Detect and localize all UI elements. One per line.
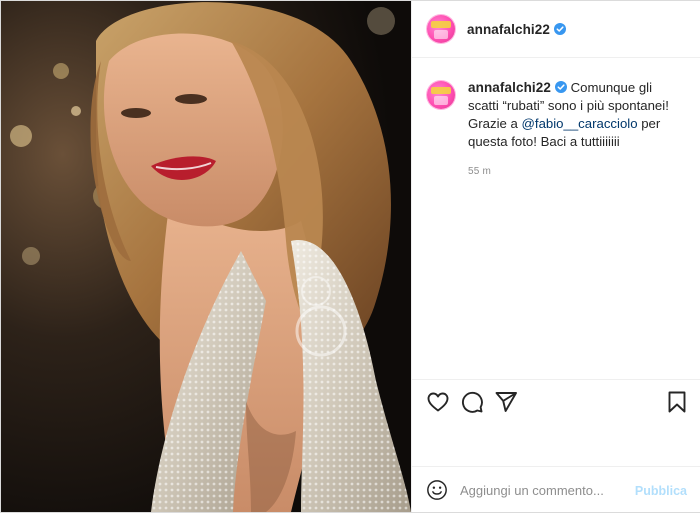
post-dialog: annafalchi22 annafalchi22 Comunque gli s… (0, 0, 700, 513)
verified-badge-icon (553, 22, 566, 35)
caption-avatar[interactable] (427, 81, 455, 109)
heart-icon[interactable] (426, 390, 450, 414)
header-username[interactable]: annafalchi22 (467, 22, 566, 37)
comment-bar: Pubblica (412, 466, 700, 513)
avatar[interactable] (427, 15, 455, 43)
paper-plane-icon[interactable] (494, 390, 518, 414)
caption: annafalchi22 Comunque gli scatti “rubati… (427, 79, 687, 181)
post-timestamp[interactable]: 55 m (468, 163, 686, 181)
post-image (1, 1, 411, 512)
caption-text: annafalchi22 Comunque gli scatti “rubati… (468, 79, 686, 181)
smiley-icon[interactable] (426, 479, 448, 501)
post-header: annafalchi22 (412, 1, 700, 58)
post-side-panel: annafalchi22 annafalchi22 Comunque gli s… (411, 1, 700, 512)
caption-username[interactable]: annafalchi22 (468, 80, 567, 95)
bookmark-icon[interactable] (665, 390, 689, 414)
action-bar (412, 379, 700, 420)
comment-icon[interactable] (460, 390, 484, 414)
mention-link[interactable]: @fabio__caracciolo (522, 116, 638, 131)
verified-badge-icon (554, 81, 567, 93)
post-photo[interactable] (1, 1, 411, 512)
publish-button[interactable]: Pubblica (635, 484, 687, 498)
comment-input[interactable] (460, 479, 630, 501)
